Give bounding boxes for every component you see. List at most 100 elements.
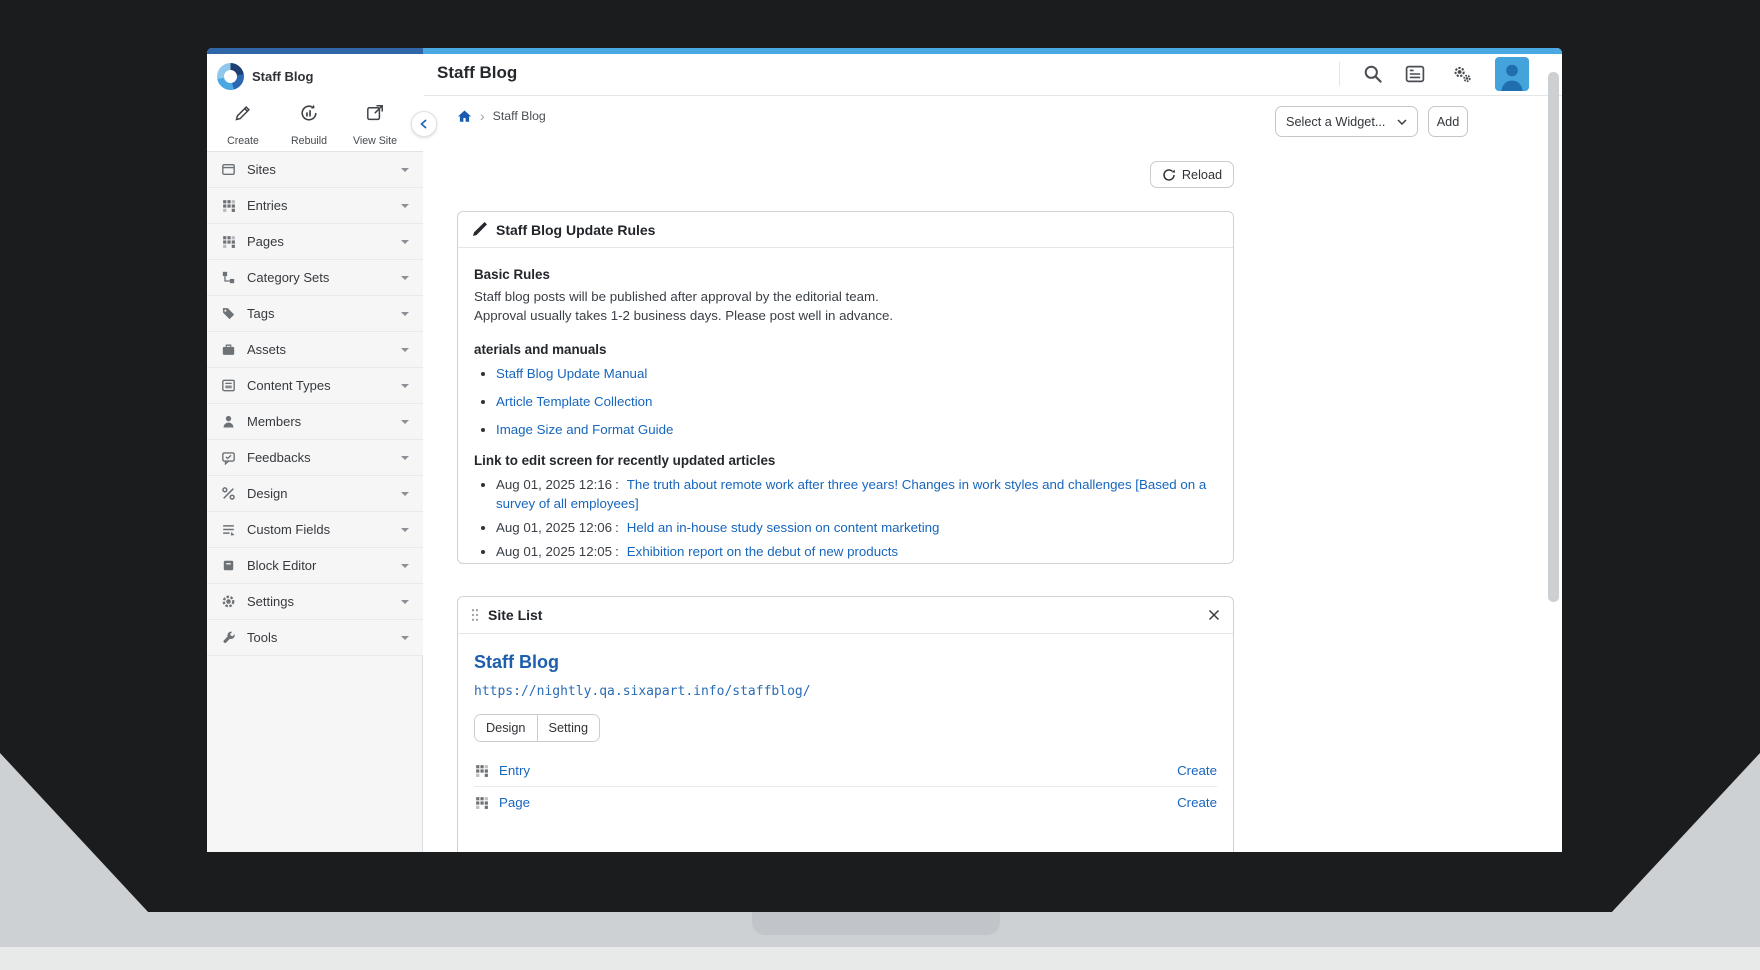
table-row: Page Create: [474, 787, 1217, 818]
sidebar-item-label: Block Editor: [247, 558, 316, 573]
drag-handle-icon[interactable]: [471, 608, 479, 622]
sites-icon: [221, 162, 236, 177]
recent-articles-heading: Link to edit screen for recently updated…: [474, 453, 1217, 468]
chevron-down-icon: [401, 168, 409, 172]
create-label: Create: [227, 135, 259, 147]
list-item: Image Size and Format Guide: [496, 420, 1217, 439]
site-url-link[interactable]: https://nightly.qa.sixapart.info/staffbl…: [474, 684, 811, 699]
list-item: Article Template Collection: [496, 392, 1217, 411]
pencil-icon: [233, 103, 253, 123]
app-window: Staff Blog Create Rebuild View Site: [207, 48, 1562, 852]
chevron-down-icon: [401, 240, 409, 244]
collapse-chevron-icon: [418, 118, 430, 130]
article-link[interactable]: Held an in-house study session on conten…: [627, 520, 940, 535]
chevron-down-icon: [401, 384, 409, 388]
sidebar-item-label: Sites: [247, 162, 276, 177]
sidebar-item-label: Assets: [247, 342, 286, 357]
sidebar-item-pages[interactable]: Pages: [207, 224, 423, 260]
create-button[interactable]: Create: [210, 103, 276, 147]
timestamp-separator: :: [615, 477, 619, 492]
entry-link[interactable]: Entry: [499, 763, 530, 778]
sidebar-item-feedbacks[interactable]: Feedbacks: [207, 440, 423, 476]
sidebar-item-label: Settings: [247, 594, 294, 609]
timestamp-separator: :: [615, 520, 619, 535]
sidebar-item-custom-fields[interactable]: Custom Fields: [207, 512, 423, 548]
sidebar-item-label: Tags: [247, 306, 274, 321]
update-rules-body: Basic Rules Staff blog posts will be pub…: [458, 248, 1233, 578]
settings-gears-icon[interactable]: [1451, 63, 1473, 85]
reload-icon: [1162, 168, 1176, 182]
chevron-down-icon: [401, 420, 409, 424]
materials-links-list: Staff Blog Update Manual Article Templat…: [474, 364, 1217, 439]
sidebar-item-content-types[interactable]: Content Types: [207, 368, 423, 404]
sidebar-collapse-button[interactable]: [411, 111, 437, 137]
sidebar-item-design[interactable]: Design: [207, 476, 423, 512]
chevron-down-icon: [1397, 119, 1407, 125]
site-list-header: Site List: [458, 597, 1233, 634]
sidebar-item-settings[interactable]: Settings: [207, 584, 423, 620]
design-icon: [221, 486, 236, 501]
widget-select[interactable]: Select a Widget...: [1275, 106, 1418, 137]
chevron-down-icon: [401, 456, 409, 460]
basic-rules-line: Staff blog posts will be published after…: [474, 287, 1217, 306]
site-name-link[interactable]: Staff Blog: [474, 652, 559, 673]
sidebar-item-category-sets[interactable]: Category Sets: [207, 260, 423, 296]
breadcrumb-separator: ›: [480, 108, 485, 124]
tags-icon: [221, 306, 236, 321]
chevron-down-icon: [401, 204, 409, 208]
site-action-group: Design Setting: [474, 714, 600, 742]
article-link[interactable]: Exhibition report on the debut of new pr…: [627, 544, 898, 559]
design-button[interactable]: Design: [475, 715, 537, 741]
sidebar-item-tags[interactable]: Tags: [207, 296, 423, 332]
close-icon[interactable]: [1208, 609, 1220, 621]
chevron-down-icon: [401, 528, 409, 532]
search-icon[interactable]: [1362, 63, 1384, 85]
entry-icon: [474, 763, 489, 778]
chevron-down-icon: [401, 564, 409, 568]
content-menu-icon[interactable]: [1404, 63, 1426, 85]
rebuild-button[interactable]: Rebuild: [276, 103, 342, 147]
sidebar-item-members[interactable]: Members: [207, 404, 423, 440]
site-content-rows: Entry Create Page Create: [474, 755, 1217, 818]
sidebar-item-assets[interactable]: Assets: [207, 332, 423, 368]
breadcrumb: › Staff Blog: [457, 103, 546, 129]
sidebar-item-block-editor[interactable]: Block Editor: [207, 548, 423, 584]
reload-button[interactable]: Reload: [1150, 161, 1234, 188]
sidebar-item-sites[interactable]: Sites: [207, 152, 423, 188]
article-timestamp: Aug 01, 2025 12:16: [496, 477, 612, 492]
view-site-button[interactable]: View Site: [342, 103, 408, 147]
sidebar-item-label: Entries: [247, 198, 287, 213]
rebuild-icon: [299, 103, 319, 123]
materials-link[interactable]: Article Template Collection: [496, 394, 652, 409]
page-title: Staff Blog: [437, 63, 517, 83]
chevron-down-icon: [401, 636, 409, 640]
view-site-label: View Site: [353, 135, 397, 147]
widget-select-value: Select a Widget...: [1286, 115, 1385, 129]
site-list-body: Staff Blog https://nightly.qa.sixapart.i…: [458, 634, 1233, 830]
timestamp-separator: :: [615, 544, 619, 559]
page-link[interactable]: Page: [499, 795, 530, 810]
user-avatar[interactable]: [1495, 57, 1529, 91]
tools-icon: [221, 630, 236, 645]
sidebar-item-label: Pages: [247, 234, 284, 249]
update-rules-title: Staff Blog Update Rules: [496, 222, 655, 238]
scrollbar-thumb[interactable]: [1548, 72, 1559, 602]
materials-link[interactable]: Image Size and Format Guide: [496, 422, 673, 437]
custom-fields-icon: [221, 522, 236, 537]
home-icon[interactable]: [457, 109, 472, 124]
materials-link[interactable]: Staff Blog Update Manual: [496, 366, 647, 381]
add-widget-button[interactable]: Add: [1428, 106, 1468, 137]
category-sets-icon: [221, 270, 236, 285]
members-icon: [221, 414, 236, 429]
create-entry-link[interactable]: Create: [1177, 763, 1217, 778]
sidebar-menu: Sites Entries Pages Category Sets: [207, 152, 423, 656]
sidebar-item-label: Feedbacks: [247, 450, 311, 465]
recent-articles-list: Aug 01, 2025 12:16:The truth about remot…: [474, 475, 1217, 561]
header-divider: [1339, 62, 1340, 86]
create-page-link[interactable]: Create: [1177, 795, 1217, 810]
sidebar-item-entries[interactable]: Entries: [207, 188, 423, 224]
sidebar-item-tools[interactable]: Tools: [207, 620, 423, 656]
site-list-widget: Site List Staff Blog https://nightly.qa.…: [457, 596, 1234, 852]
setting-button[interactable]: Setting: [537, 715, 600, 741]
breadcrumb-current: Staff Blog: [493, 109, 546, 123]
